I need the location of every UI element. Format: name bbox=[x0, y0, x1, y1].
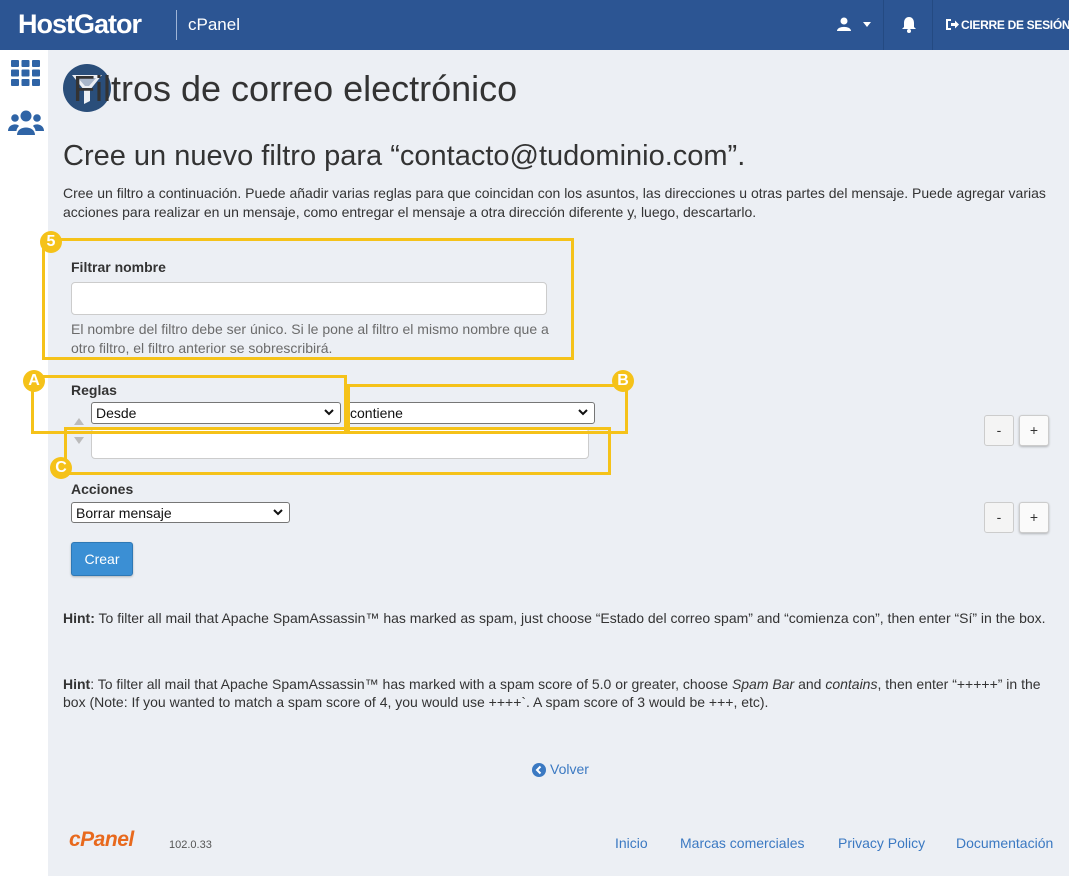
top-bar: HostGator cPanel CIERRE DE SESIÓN bbox=[0, 0, 1069, 50]
badge-5: 5 bbox=[40, 231, 62, 253]
badge-a: A bbox=[23, 370, 45, 392]
notifications-button[interactable] bbox=[885, 0, 933, 50]
hint-text: : To filter all mail that Apache SpamAss… bbox=[90, 676, 732, 692]
users-icon[interactable] bbox=[8, 110, 44, 135]
user-menu-button[interactable] bbox=[826, 0, 884, 50]
create-button[interactable]: Crear bbox=[71, 542, 133, 576]
add-rule-button[interactable]: + bbox=[1019, 415, 1049, 446]
footer-link-docs[interactable]: Documentación bbox=[956, 835, 1053, 851]
highlight-rule-value bbox=[64, 427, 611, 475]
logout-label: CIERRE DE SESIÓN bbox=[961, 18, 1069, 32]
bell-icon bbox=[902, 17, 916, 33]
user-icon bbox=[837, 17, 851, 31]
logout-button[interactable]: CIERRE DE SESIÓN bbox=[934, 0, 1069, 50]
actions-label: Acciones bbox=[71, 481, 134, 497]
footer-link-home[interactable]: Inicio bbox=[615, 835, 648, 851]
brand-divider bbox=[176, 10, 177, 40]
logout-icon bbox=[946, 19, 959, 30]
footer-link-privacy[interactable]: Privacy Policy bbox=[838, 835, 925, 851]
chevron-down-icon bbox=[273, 509, 283, 516]
hint-label: Hint: bbox=[63, 610, 95, 626]
add-action-button[interactable]: + bbox=[1019, 502, 1049, 533]
remove-action-button[interactable]: - bbox=[984, 502, 1014, 533]
arrow-circle-left-icon bbox=[532, 763, 546, 777]
hint-spam-bar: Hint: To filter all mail that Apache Spa… bbox=[63, 675, 1053, 711]
highlight-filter-name bbox=[42, 238, 574, 360]
footer-link-trademarks[interactable]: Marcas comerciales bbox=[680, 835, 804, 851]
remove-rule-button[interactable]: - bbox=[984, 415, 1014, 446]
chevron-down-icon bbox=[863, 22, 871, 27]
hint-text: and bbox=[794, 676, 826, 692]
grid-icon[interactable] bbox=[11, 60, 40, 86]
sidebar bbox=[0, 50, 48, 876]
product-name: cPanel bbox=[188, 15, 240, 34]
action-value: Borrar mensaje bbox=[76, 505, 172, 521]
cpanel-logo: cPanel bbox=[69, 828, 134, 851]
hint-contains-term: contains bbox=[825, 676, 878, 692]
back-link[interactable]: Volver bbox=[532, 761, 589, 777]
page-title: Filtros de correo electrónico bbox=[73, 68, 518, 109]
back-link-label: Volver bbox=[550, 761, 589, 777]
form-description: Cree un filtro a continuación. Puede aña… bbox=[63, 185, 1046, 220]
hint-spam-status: Hint: To filter all mail that Apache Spa… bbox=[63, 609, 1053, 627]
action-select[interactable]: Borrar mensaje bbox=[71, 502, 290, 523]
version-label: 102.0.33 bbox=[169, 839, 212, 851]
highlight-rule-field bbox=[31, 375, 347, 434]
hint-label: Hint bbox=[63, 676, 91, 692]
hint-text: To filter all mail that Apache SpamAssas… bbox=[94, 610, 1046, 626]
hint-spam-bar-term: Spam Bar bbox=[731, 676, 795, 692]
form-subtitle: Cree un nuevo filtro para “contacto@tudo… bbox=[63, 140, 746, 172]
badge-b: B bbox=[612, 370, 634, 392]
brand-logo[interactable]: HostGator bbox=[18, 9, 142, 40]
badge-c: C bbox=[50, 457, 72, 479]
